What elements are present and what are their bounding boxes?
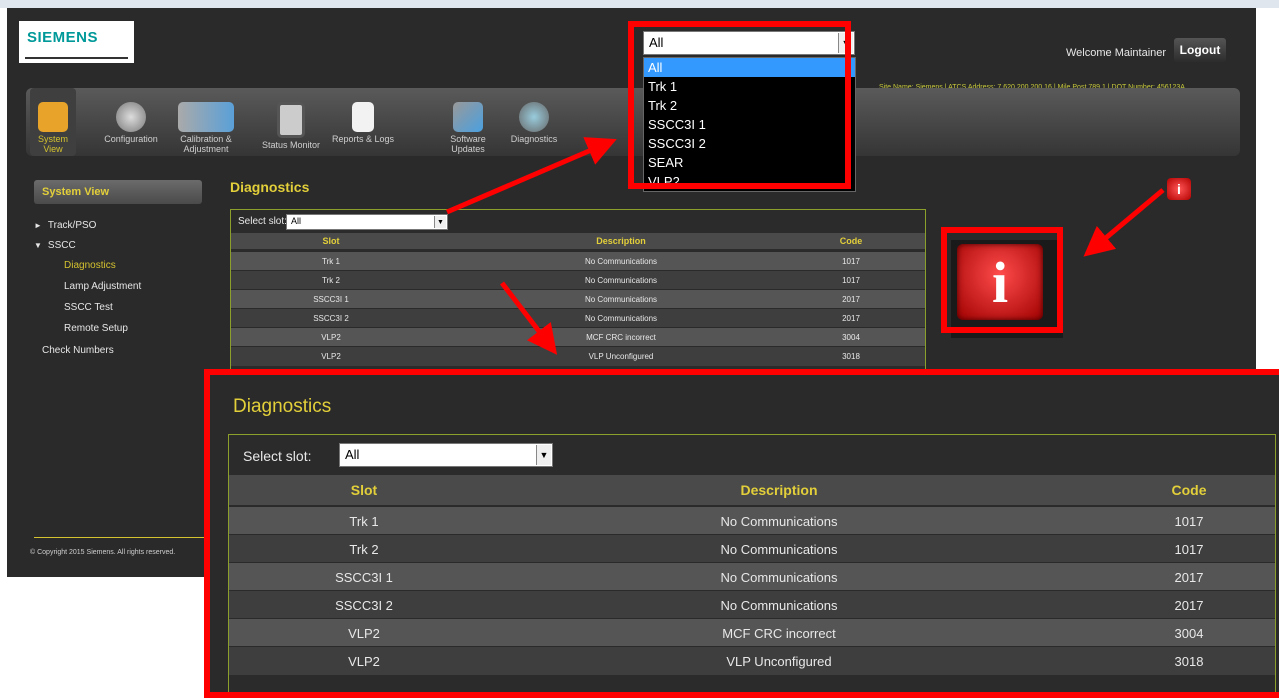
cell-code: 2017 (1174, 598, 1204, 613)
zoom-diagnostics-panel: Select slot: All ▼ Slot Description Code… (228, 434, 1276, 692)
zoomed-diagnostics: Diagnostics Select slot: All ▼ Slot Desc… (210, 375, 1279, 692)
arrow-to-info-icon (1083, 188, 1165, 257)
table-row: Trk 1 No Communications 1017 (229, 506, 1275, 535)
cell-code: 1017 (1174, 542, 1204, 557)
cell-code: 2017 (1174, 570, 1204, 585)
cell-slot: Trk 1 (349, 514, 379, 529)
column-code: Code (1171, 482, 1207, 498)
table-row: VLP2 MCF CRC incorrect 3004 (229, 618, 1275, 647)
cell-description: No Communications (720, 542, 838, 557)
arrow-to-dropdown (446, 137, 617, 215)
cell-slot: Trk 2 (349, 542, 379, 557)
zoom-diagnostics-title: Diagnostics (233, 396, 332, 417)
cell-slot: SSCC3I 1 (335, 570, 393, 585)
cell-code: 1017 (1174, 514, 1204, 529)
cell-code: 3018 (1174, 654, 1204, 669)
column-slot: Slot (350, 482, 378, 498)
arrow-to-zoom (500, 281, 558, 355)
cell-description: No Communications (720, 598, 838, 613)
column-description: Description (740, 482, 818, 498)
cell-code: 3004 (1174, 626, 1204, 641)
cell-description: MCF CRC incorrect (722, 626, 836, 641)
cell-description: No Communications (720, 570, 838, 585)
table-row: VLP2 VLP Unconfigured 3018 (229, 646, 1275, 675)
zoom-slot-select[interactable]: All ▼ (339, 443, 553, 467)
cell-slot: VLP2 (348, 626, 380, 641)
cell-slot: SSCC3I 2 (335, 598, 393, 613)
select-value: All (345, 447, 360, 462)
zoom-select-slot-label: Select slot: (243, 448, 312, 464)
table-row: SSCC3I 2 No Communications 2017 (229, 590, 1275, 619)
chevron-down-icon: ▼ (536, 445, 551, 465)
cell-description: No Communications (720, 514, 838, 529)
table-row: Trk 2 No Communications 1017 (229, 534, 1275, 563)
cell-description: VLP Unconfigured (726, 654, 832, 669)
table-row: SSCC3I 1 No Communications 2017 (229, 562, 1275, 591)
cell-slot: VLP2 (348, 654, 380, 669)
zoom-table-header: Slot Description Code (229, 475, 1275, 505)
